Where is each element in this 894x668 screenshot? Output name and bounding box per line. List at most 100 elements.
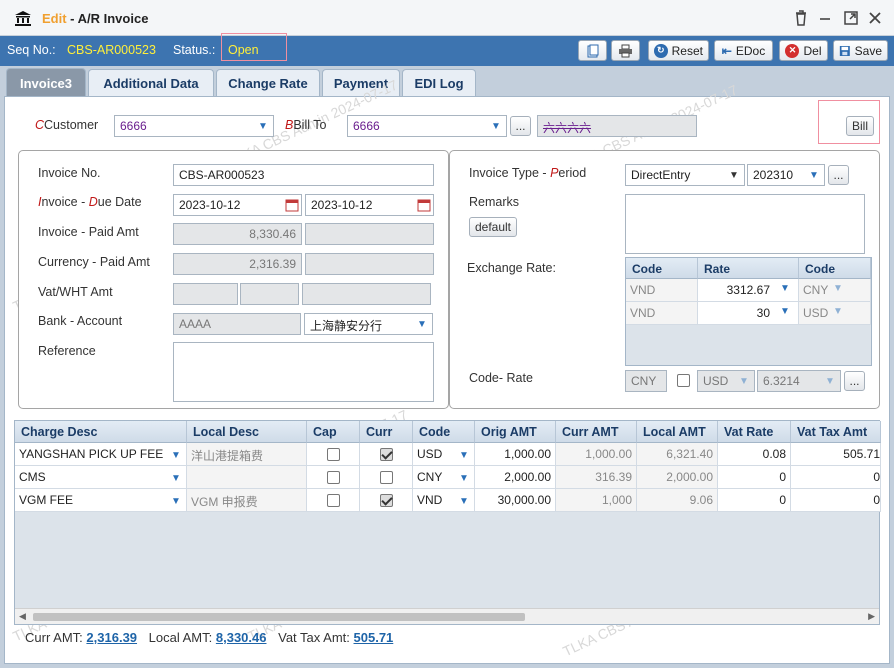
calendar-icon[interactable]: [417, 198, 431, 212]
vat-tax-amt-link[interactable]: 505.71: [354, 630, 394, 645]
cap-checkbox[interactable]: [327, 471, 340, 484]
orig-amt-cell[interactable]: 30,000.00: [475, 489, 556, 512]
table-row[interactable]: CMS ▼: [15, 466, 187, 489]
bill-button[interactable]: Bill: [846, 116, 874, 136]
totals-footer: Curr AMT: 2,316.39 Local AMT: 8,330.46 V…: [25, 630, 394, 645]
exrate-header-rate: Rate: [698, 258, 799, 279]
account-select[interactable]: 上海静安分行 ▼: [304, 313, 433, 335]
code-cell[interactable]: VND ▼: [413, 489, 475, 512]
code-cell[interactable]: CNY ▼: [413, 466, 475, 489]
tab-invoice3[interactable]: Invoice3: [6, 68, 86, 97]
chevron-down-icon: ▼: [833, 306, 843, 317]
exrate-header-code: Code: [626, 258, 698, 279]
orig-amt-cell[interactable]: 2,000.00: [475, 466, 556, 489]
maximize-icon[interactable]: [842, 9, 860, 27]
seq-label: Seq No.:: [7, 43, 56, 57]
print-button[interactable]: [611, 40, 640, 61]
trash-icon[interactable]: [792, 9, 810, 27]
horizontal-scrollbar[interactable]: ◀ ▶: [15, 608, 879, 624]
col-orig-amt[interactable]: Orig AMT: [475, 421, 556, 443]
remarks-textarea[interactable]: [625, 194, 865, 254]
vat-rate-cell[interactable]: 0.08: [718, 443, 791, 466]
billto-lookup-button[interactable]: ...: [510, 116, 531, 136]
curr-cell: [360, 489, 413, 512]
paid-amt-field: [305, 223, 434, 245]
exrate-grid: Code Rate Code VND 3312.67 ▼ CNY ▼ VND 3…: [625, 257, 872, 366]
table-row[interactable]: VGM FEE ▼: [15, 489, 187, 512]
bank-field: AAAA: [173, 313, 301, 335]
invoice-due-label: Invoice - Due Date: [38, 195, 142, 209]
invoice-type-select[interactable]: DirectEntry ▼: [625, 164, 745, 186]
rate-lookup-button[interactable]: ...: [844, 371, 865, 391]
billto-select[interactable]: 6666 ▼: [347, 115, 507, 137]
curr-checkbox[interactable]: [380, 471, 393, 484]
code-rate-label: Code- Rate: [469, 371, 533, 385]
vat-rate-cell[interactable]: 0: [718, 489, 791, 512]
chevron-down-icon: ▼: [833, 283, 843, 294]
local-desc-cell: [187, 466, 307, 489]
table-row[interactable]: YANGSHAN PICK UP FEE ▼: [15, 443, 187, 466]
col-code[interactable]: Code: [413, 421, 475, 443]
reset-button[interactable]: ↻ Reset: [648, 40, 709, 61]
col-curr-amt[interactable]: Curr AMT: [556, 421, 637, 443]
col-vat-rate[interactable]: Vat Rate: [718, 421, 791, 443]
close-icon[interactable]: [866, 9, 884, 27]
curr-checkbox[interactable]: [380, 448, 393, 461]
period-select[interactable]: 202310 ▼: [747, 164, 825, 186]
minimize-icon[interactable]: [816, 9, 834, 27]
save-button[interactable]: Save: [833, 40, 888, 61]
scrollbar-thumb[interactable]: [33, 613, 525, 621]
curr-checkbox[interactable]: [380, 494, 393, 507]
tab-additional-data[interactable]: Additional Data: [88, 69, 214, 97]
chevron-down-icon[interactable]: ▼: [167, 492, 185, 510]
chevron-down-icon[interactable]: ▼: [167, 469, 185, 487]
code2-select: USD ▼: [697, 370, 755, 392]
local-amt-cell: 9.06: [637, 489, 718, 512]
chevron-down-icon[interactable]: ▼: [167, 446, 185, 464]
tab-payment[interactable]: Payment: [322, 69, 400, 97]
scroll-left-icon[interactable]: ◀: [19, 611, 26, 622]
exrate-header-code2: Code: [799, 258, 871, 279]
orig-amt-cell[interactable]: 1,000.00: [475, 443, 556, 466]
chevron-down-icon[interactable]: ▼: [455, 492, 473, 510]
col-charge-desc[interactable]: Charge Desc: [15, 421, 187, 443]
calendar-icon[interactable]: [285, 198, 299, 212]
code-rate-checkbox[interactable]: [677, 374, 690, 387]
cap-checkbox[interactable]: [327, 448, 340, 461]
invoice-no-label: Invoice No.: [38, 166, 101, 180]
invoice-no-field[interactable]: CBS-AR000523: [173, 164, 434, 186]
scroll-right-icon[interactable]: ▶: [868, 611, 875, 622]
tab-edi-log[interactable]: EDI Log: [402, 69, 476, 97]
vat-rate-cell[interactable]: 0: [718, 466, 791, 489]
vat-tax-cell[interactable]: 0: [791, 489, 881, 512]
edoc-button[interactable]: ⇤ EDoc: [714, 40, 773, 61]
customer-select[interactable]: 6666 ▼: [114, 115, 274, 137]
chevron-down-icon[interactable]: ▼: [780, 283, 790, 294]
chevron-down-icon[interactable]: ▼: [455, 446, 473, 464]
chevron-down-icon[interactable]: ▼: [455, 469, 473, 487]
col-local-desc[interactable]: Local Desc: [187, 421, 307, 443]
col-vat-tax-amt[interactable]: Vat Tax Amt: [791, 421, 881, 443]
period-lookup-button[interactable]: ...: [828, 165, 849, 185]
col-cap[interactable]: Cap: [307, 421, 360, 443]
vat-tax-cell[interactable]: 505.71: [791, 443, 881, 466]
col-local-amt[interactable]: Local AMT: [637, 421, 718, 443]
reference-textarea[interactable]: [173, 342, 434, 402]
default-button[interactable]: default: [469, 217, 517, 237]
delete-button[interactable]: ✕ Del: [779, 40, 828, 61]
local-amt-link[interactable]: 8,330.46: [216, 630, 267, 645]
curr-cell: [360, 466, 413, 489]
currency-paid-label: Currency - Paid Amt: [38, 255, 150, 269]
vat-tax-cell[interactable]: 0: [791, 466, 881, 489]
chevron-down-icon[interactable]: ▼: [780, 306, 790, 317]
code-cell[interactable]: USD ▼: [413, 443, 475, 466]
due-date-field[interactable]: 2023-10-12: [305, 194, 434, 216]
invoice-date-field[interactable]: 2023-10-12: [173, 194, 302, 216]
billto-label: BBill To: [285, 118, 327, 132]
col-curr[interactable]: Curr: [360, 421, 413, 443]
copy-button[interactable]: [578, 40, 607, 61]
tab-change-rate[interactable]: Change Rate: [216, 69, 320, 97]
save-icon: [839, 45, 850, 56]
cap-checkbox[interactable]: [327, 494, 340, 507]
curr-amt-link[interactable]: 2,316.39: [86, 630, 137, 645]
